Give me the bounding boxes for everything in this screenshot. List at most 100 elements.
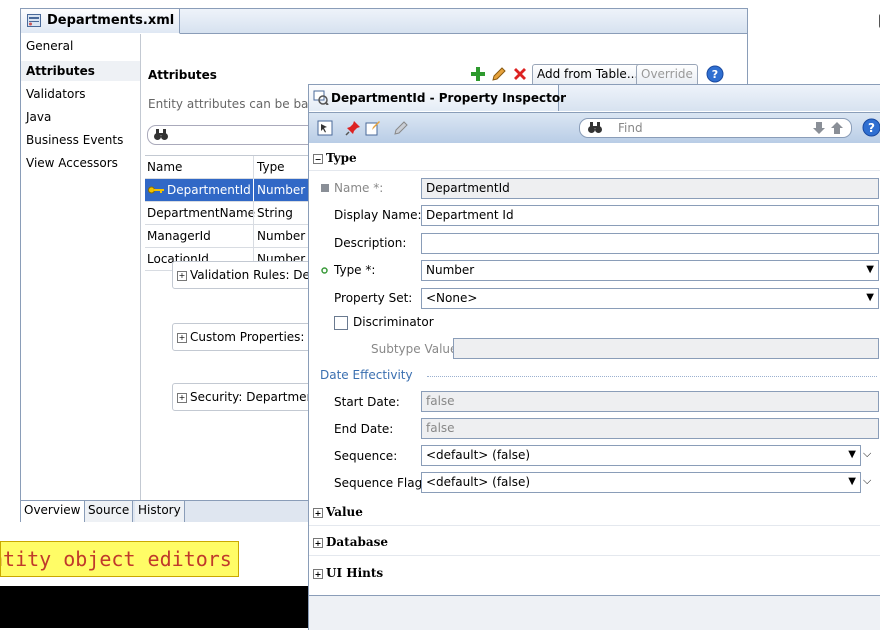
table-row[interactable]: DepartmentName String [145, 202, 310, 225]
nav-item-general[interactable]: General [26, 39, 73, 53]
validation-rules-label: Validation Rules: Dep [190, 268, 318, 282]
arrow-up-icon[interactable] [830, 121, 844, 135]
security-label: Security: Departmen [190, 390, 315, 404]
section-title: Attributes [148, 68, 217, 82]
group-type-header[interactable]: − Type [313, 151, 357, 165]
required-dot-icon [321, 267, 328, 274]
attribute-type: Number [257, 229, 306, 243]
tab-overview[interactable]: Overview [21, 501, 85, 522]
chevron-down-icon[interactable]: ▼ [866, 264, 874, 275]
subtype-label: Subtype Value: [371, 342, 462, 356]
help-icon[interactable]: ? [706, 65, 724, 83]
expand-icon: + [177, 332, 187, 343]
chevron-down-icon[interactable]: ▼ [848, 476, 856, 487]
nav-item-java[interactable]: Java [26, 110, 51, 124]
property-inspector-window: DepartmentId - Property Inspector Find ?… [308, 84, 880, 630]
delete-icon[interactable] [512, 66, 528, 82]
nav-item-attributes[interactable]: Attributes [26, 64, 95, 78]
expand-icon: + [177, 392, 187, 403]
add-icon[interactable] [470, 66, 486, 82]
nav-item-view-accessors[interactable]: View Accessors [26, 156, 118, 170]
inspector-tab[interactable]: DepartmentId - Property Inspector [309, 85, 566, 111]
description-field[interactable] [421, 233, 879, 254]
group-ui-hints-label: UI Hints [326, 566, 384, 580]
inspector-title: DepartmentId - Property Inspector [331, 91, 566, 105]
display-name-field[interactable]: Department Id [421, 205, 879, 226]
column-header-type[interactable]: Type [257, 160, 285, 174]
sequence-combo[interactable]: <default> (false) ▼ [421, 445, 861, 466]
pin-icon[interactable] [345, 120, 361, 136]
group-divider [309, 555, 880, 556]
start-date-label: Start Date: [334, 395, 400, 409]
table-row[interactable]: ManagerId Number [145, 225, 310, 248]
attribute-name: DepartmentId [167, 183, 251, 197]
nav-item-business-events[interactable]: Business Events [26, 133, 123, 147]
attribute-name: DepartmentName [147, 206, 256, 220]
security-section[interactable]: + Security: Departmen [172, 383, 324, 411]
chevron-down-icon[interactable]: ▼ [866, 292, 874, 303]
name-field[interactable]: DepartmentId [421, 178, 879, 199]
group-divider [309, 525, 880, 526]
collapse-icon: − [313, 153, 323, 164]
nav-item-validators[interactable]: Validators [26, 87, 86, 101]
type-value: Number [426, 263, 475, 277]
attribute-search-input[interactable] [147, 125, 319, 145]
name-value: DepartmentId [426, 181, 510, 195]
required-square-icon [321, 184, 329, 192]
end-date-value: false [426, 421, 455, 435]
attributes-table: Name Type DepartmentId Number Department… [145, 155, 310, 271]
inspector-find-input[interactable]: Find [579, 118, 852, 138]
inspector-toolbar: Find ? [309, 112, 880, 143]
group-ui-hints-header[interactable]: + UI Hints [313, 566, 383, 580]
discriminator-checkbox[interactable] [334, 316, 348, 330]
column-header-name[interactable]: Name [147, 160, 182, 174]
black-bar [0, 586, 308, 628]
sequence-flag-value: <default> (false) [426, 475, 531, 489]
inspector-status-bar [309, 595, 880, 630]
sequence-flag-label: Sequence Flag: [334, 476, 427, 490]
chevron-down-icon[interactable]: ▼ [848, 449, 856, 460]
key-icon [148, 186, 164, 194]
end-date-field[interactable]: false [421, 418, 879, 439]
validation-rules-section[interactable]: + Validation Rules: Dep [172, 261, 324, 289]
binoculars-icon [154, 129, 168, 140]
expand-icon: + [313, 537, 323, 548]
attribute-type: Number [257, 183, 306, 197]
edit-pencil-icon[interactable] [491, 66, 507, 82]
expand-icon: + [313, 507, 323, 518]
expand-icon: + [177, 270, 187, 281]
tab-history[interactable]: History [135, 501, 185, 522]
binoculars-icon [588, 122, 602, 133]
type-label: Type *: [334, 263, 376, 277]
editor-tab-title: Departments.xml [47, 13, 175, 28]
select-element-icon[interactable] [317, 120, 333, 136]
custom-properties-label: Custom Properties: D [190, 330, 318, 344]
group-value-header[interactable]: + Value [313, 505, 363, 519]
chevron-down-icon[interactable]: ⌵ [863, 447, 871, 461]
table-row[interactable]: DepartmentId Number [145, 179, 310, 202]
help-icon[interactable]: ? [862, 118, 880, 137]
property-set-value: <None> [426, 291, 478, 305]
chevron-down-icon[interactable]: ⌵ [863, 474, 871, 488]
caption-text: ntity object editors [0, 547, 232, 571]
arrow-down-icon[interactable] [812, 121, 826, 135]
tab-source[interactable]: Source [85, 501, 134, 522]
type-combo[interactable]: Number ▼ [421, 260, 879, 281]
start-date-field[interactable]: false [421, 391, 879, 412]
edit-properties-icon[interactable] [365, 120, 381, 136]
group-database-header[interactable]: + Database [313, 535, 388, 549]
editor-nav-panel: General Attributes Validators Java Busin… [21, 34, 141, 521]
pencil-icon[interactable] [393, 120, 409, 136]
editor-tab[interactable]: Departments.xml [21, 9, 180, 34]
property-inspector-icon [313, 90, 329, 105]
name-label: Name *: [334, 181, 384, 195]
sequence-flag-combo[interactable]: <default> (false) ▼ [421, 472, 861, 493]
custom-properties-section[interactable]: + Custom Properties: D [172, 323, 324, 351]
slide-caption: ntity object editors [0, 541, 239, 577]
property-set-label: Property Set: [334, 291, 413, 305]
subtype-field[interactable] [453, 338, 879, 359]
date-effectivity-divider [427, 376, 877, 378]
property-set-combo[interactable]: <None> ▼ [421, 288, 879, 309]
group-value-label: Value [326, 505, 363, 519]
display-name-label: Display Name: [334, 208, 422, 222]
